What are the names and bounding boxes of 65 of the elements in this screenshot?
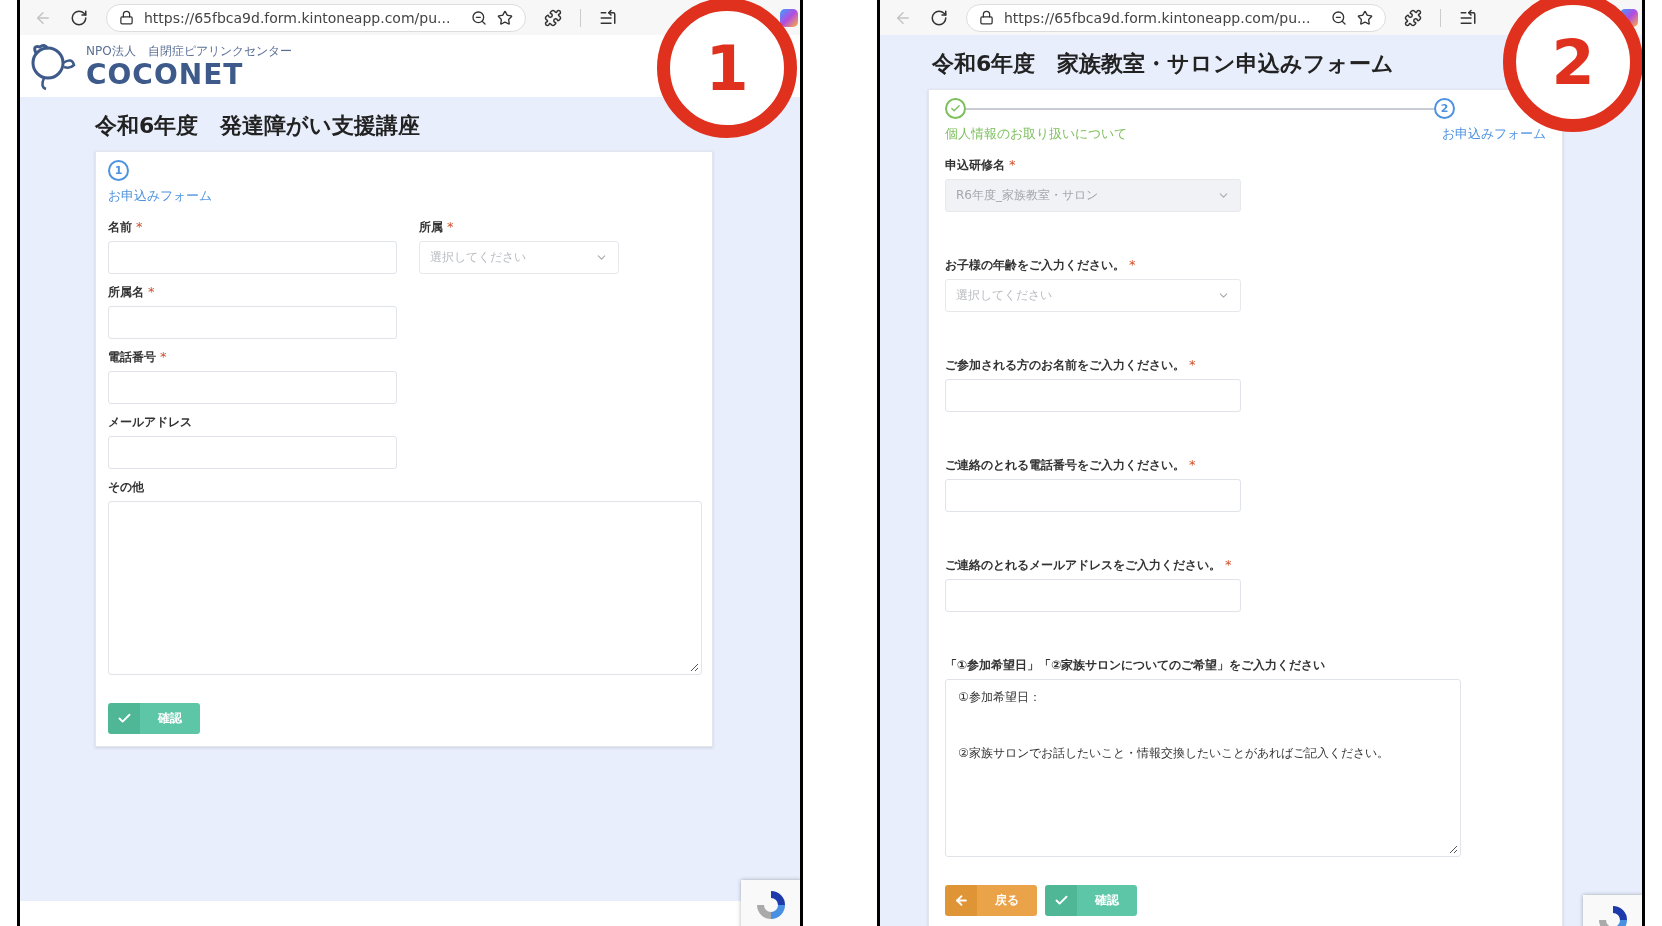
field-label: ご連絡のとれる電話番号をご入力ください。 — [945, 457, 1185, 474]
field-label: ご連絡のとれるメールアドレスをご入力ください。 — [945, 557, 1221, 574]
required-mark: * — [1009, 157, 1016, 172]
required-mark: * — [447, 219, 454, 234]
required-mark: * — [136, 219, 143, 234]
field-label: 名前 — [108, 219, 132, 236]
step-label: 個人情報のお取り扱いについて — [945, 125, 1127, 143]
field-label: メールアドレス — [108, 414, 192, 431]
copilot-icon[interactable] — [780, 8, 798, 27]
required-mark: * — [1189, 357, 1196, 372]
text-input[interactable] — [945, 579, 1241, 612]
field-label: 申込研修名 — [945, 157, 1005, 174]
step-number: 1 — [108, 160, 129, 181]
star-icon[interactable] — [1357, 9, 1373, 26]
extensions-icon[interactable] — [544, 8, 562, 27]
select-field[interactable]: 選択してください — [419, 241, 619, 274]
logo-tagline: NPO法人 自閉症ピアリンクセンター — [86, 42, 292, 60]
extensions-icon[interactable] — [1404, 8, 1422, 27]
zoom-out-icon[interactable] — [471, 9, 487, 26]
form-title: 令和6年度 発達障がい支援講座 — [95, 112, 421, 140]
reload-icon[interactable] — [930, 8, 948, 27]
textarea-field[interactable] — [108, 501, 702, 675]
number-badge: 1 — [657, 0, 797, 138]
step-number: 2 — [1434, 98, 1455, 119]
field-label: ご参加される方のお名前をご入力ください。 — [945, 357, 1185, 374]
step-label: お申込みフォーム — [108, 187, 212, 205]
favorites-icon[interactable] — [599, 8, 617, 27]
select-field[interactable]: 選択してください — [945, 279, 1241, 312]
reload-icon[interactable] — [70, 8, 88, 27]
text-input[interactable] — [108, 306, 397, 339]
address-bar[interactable]: https://65fbca9d.form.kintoneapp.com/pu... — [106, 3, 526, 32]
check-icon — [116, 711, 132, 726]
text-input[interactable] — [945, 379, 1241, 412]
star-icon[interactable] — [497, 9, 513, 26]
text-input[interactable] — [108, 241, 397, 274]
lock-icon — [979, 10, 994, 25]
field-label: 電話番号 — [108, 349, 156, 366]
required-mark: * — [160, 349, 167, 364]
confirm-button[interactable]: 確認 — [108, 703, 200, 734]
field-label: お子様の年齢をご入力ください。 — [945, 257, 1125, 274]
check-icon — [1053, 893, 1069, 908]
required-mark: * — [1129, 257, 1136, 272]
lock-icon — [119, 10, 134, 25]
favorites-icon[interactable] — [1459, 8, 1477, 27]
textarea-field[interactable]: ①参加希望日： ②家族サロンでお話したいこと・情報交換したいことがあればご記入ください。 — [945, 679, 1461, 857]
resize-grip-icon — [690, 663, 699, 672]
field-label: 所属 — [419, 219, 443, 236]
required-mark: * — [1189, 457, 1196, 472]
text-input[interactable] — [108, 436, 397, 469]
form-title: 令和6年度 家族教室・サロン申込みフォーム — [932, 50, 1395, 78]
field-label: 「①参加希望日」「②家族サロンについてのご希望」をご入力ください — [945, 657, 1326, 674]
zoom-out-icon[interactable] — [1331, 9, 1347, 26]
address-bar[interactable]: https://65fbca9d.form.kintoneapp.com/pu... — [966, 3, 1386, 32]
logo-name: COCONET — [86, 59, 245, 90]
required-mark: * — [148, 284, 155, 299]
text-input[interactable] — [945, 479, 1241, 512]
confirm-button[interactable]: 確認 — [1045, 885, 1137, 916]
recaptcha-icon — [754, 888, 788, 922]
text-input[interactable] — [108, 371, 397, 404]
resize-grip-icon — [1449, 845, 1458, 854]
required-mark: * — [1225, 557, 1232, 572]
field-label: その他 — [108, 479, 144, 496]
back-button[interactable]: 戻る — [945, 885, 1037, 916]
field-label: 所属名 — [108, 284, 144, 301]
recaptcha-badge[interactable] — [741, 880, 800, 926]
